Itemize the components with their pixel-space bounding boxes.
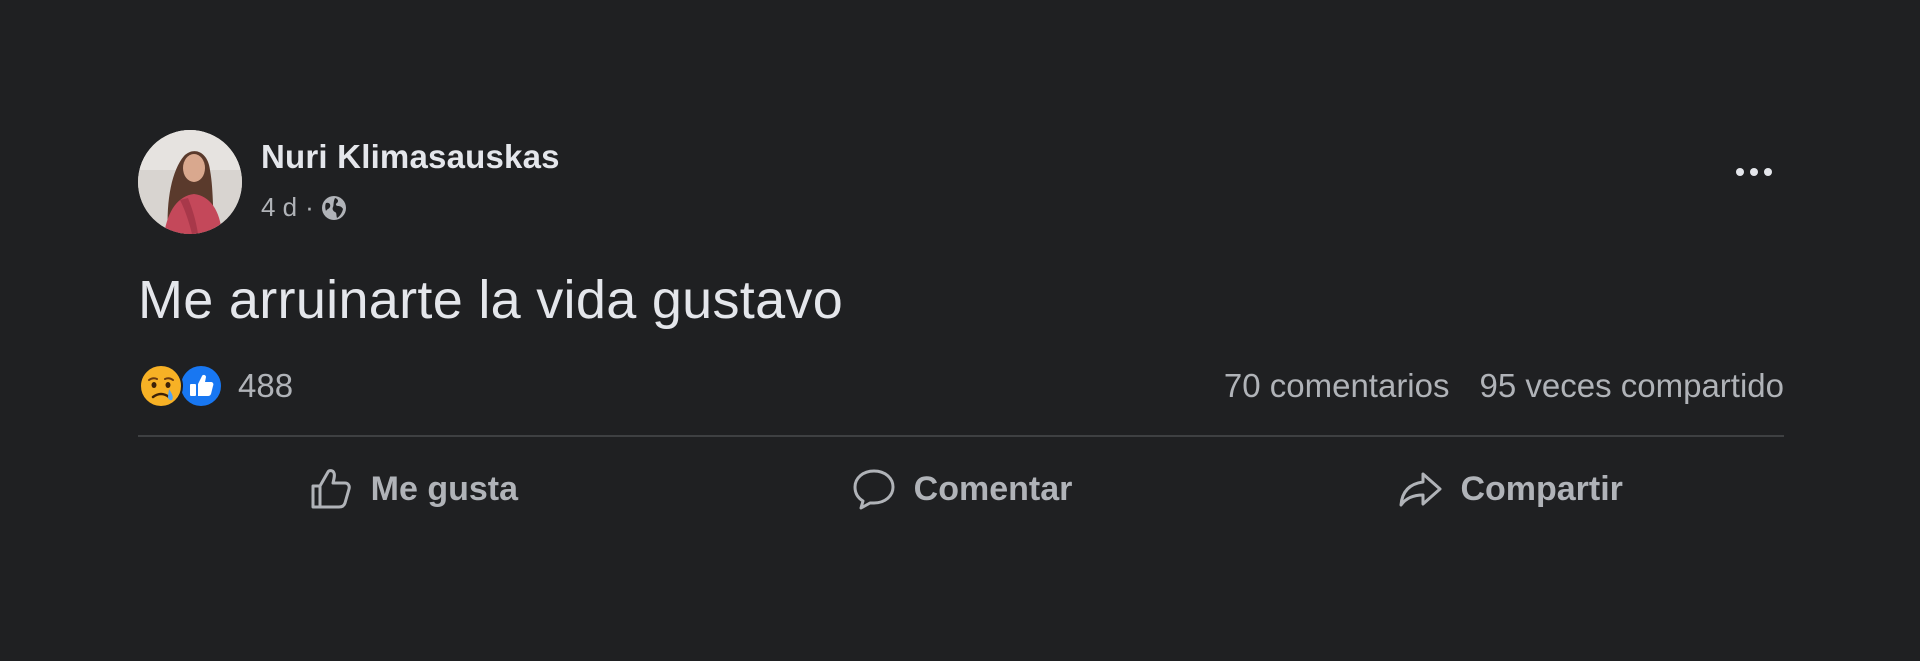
shares-count[interactable]: 95 veces compartido [1480, 367, 1785, 405]
post-header: Nuri Klimasauskas 4 d · [138, 130, 1784, 234]
author-avatar[interactable] [138, 130, 242, 234]
comment-bubble-icon [853, 469, 895, 510]
post-meta: 4 d · [261, 192, 348, 223]
post-message: Me arruinarte la vida gustavo [138, 270, 844, 330]
more-options-icon[interactable] [1724, 152, 1784, 192]
author-name[interactable]: Nuri Klimasauskas [261, 138, 560, 176]
comment-button[interactable]: Comentar [687, 449, 1236, 529]
engagement-stats: 70 comentarios 95 veces compartido [1224, 358, 1784, 414]
share-button[interactable]: Compartir [1235, 449, 1784, 529]
thumbs-up-icon [311, 469, 351, 509]
meta-separator: · [305, 192, 314, 222]
comment-button-label: Comentar [913, 469, 1073, 508]
like-button-label: Me gusta [370, 469, 519, 508]
globe-icon[interactable] [320, 194, 348, 222]
reactions-count: 488 [238, 367, 294, 404]
sad-reaction-icon [138, 363, 184, 409]
like-reaction-icon [178, 363, 224, 409]
post-actions: Me gusta Comentar Compartir [138, 437, 1784, 541]
share-arrow-icon [1399, 472, 1442, 507]
reactions-summary[interactable]: 488 [138, 363, 293, 409]
like-button[interactable]: Me gusta [138, 449, 687, 529]
post-card: Nuri Klimasauskas 4 d · Me arruinarte la… [138, 130, 1784, 541]
post-timestamp[interactable]: 4 d [261, 192, 297, 223]
comments-count[interactable]: 70 comentarios [1224, 367, 1450, 405]
share-button-label: Compartir [1460, 469, 1623, 508]
post-stats: 488 70 comentarios 95 veces compartido [138, 358, 1784, 414]
